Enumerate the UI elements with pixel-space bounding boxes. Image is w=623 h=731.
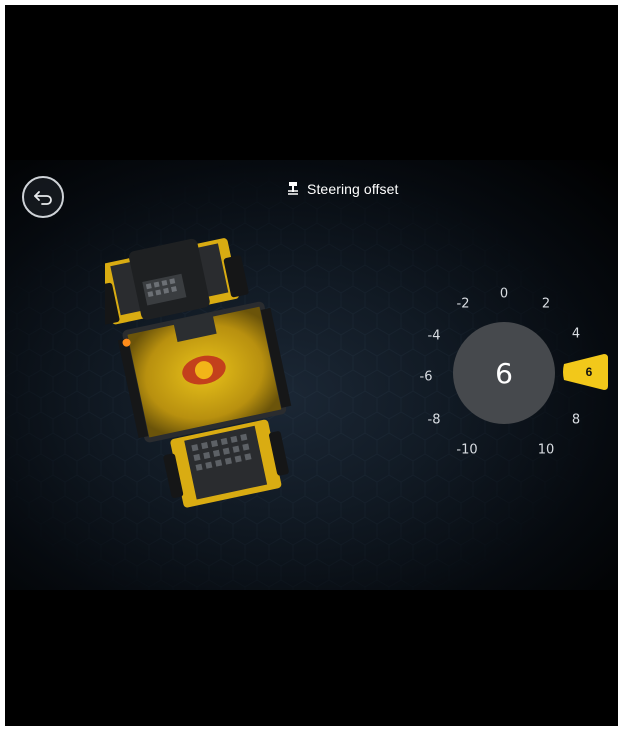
dial-tick-minus-8[interactable]: -8: [428, 413, 441, 428]
steering-offset-icon: [288, 182, 298, 195]
dial-current-value: 6: [453, 322, 555, 424]
dial-tick-minus-10[interactable]: -10: [456, 443, 477, 458]
loader-top-view-image: [105, 238, 292, 508]
dial-tick-minus-4[interactable]: -4: [428, 329, 441, 344]
screen: Steering offset 6 0 2 4 8 10 -2 -4 -6 -8…: [5, 5, 618, 726]
steering-offset-dial[interactable]: 6 0 2 4 8 10 -2 -4 -6 -8 -10 6: [410, 280, 618, 470]
dial-tick-2[interactable]: 2: [542, 297, 550, 312]
dial-tick-0[interactable]: 0: [500, 287, 508, 302]
back-button[interactable]: [22, 176, 64, 218]
dial-tick-4[interactable]: 4: [572, 327, 580, 342]
back-arrow-icon: [34, 191, 52, 205]
dial-tick-minus-2[interactable]: -2: [457, 297, 470, 312]
dial-tick-10[interactable]: 10: [538, 443, 555, 458]
machine-view: Steering offset 6 0 2 4 8 10 -2 -4 -6 -8…: [5, 160, 618, 590]
selected-value-indicator[interactable]: 6: [562, 354, 610, 390]
dial-tick-8[interactable]: 8: [572, 413, 580, 428]
dial-tick-minus-6[interactable]: -6: [420, 370, 433, 385]
page-title: Steering offset: [307, 181, 399, 197]
indicator-value: 6: [585, 365, 593, 379]
page-header: Steering offset: [287, 180, 399, 198]
